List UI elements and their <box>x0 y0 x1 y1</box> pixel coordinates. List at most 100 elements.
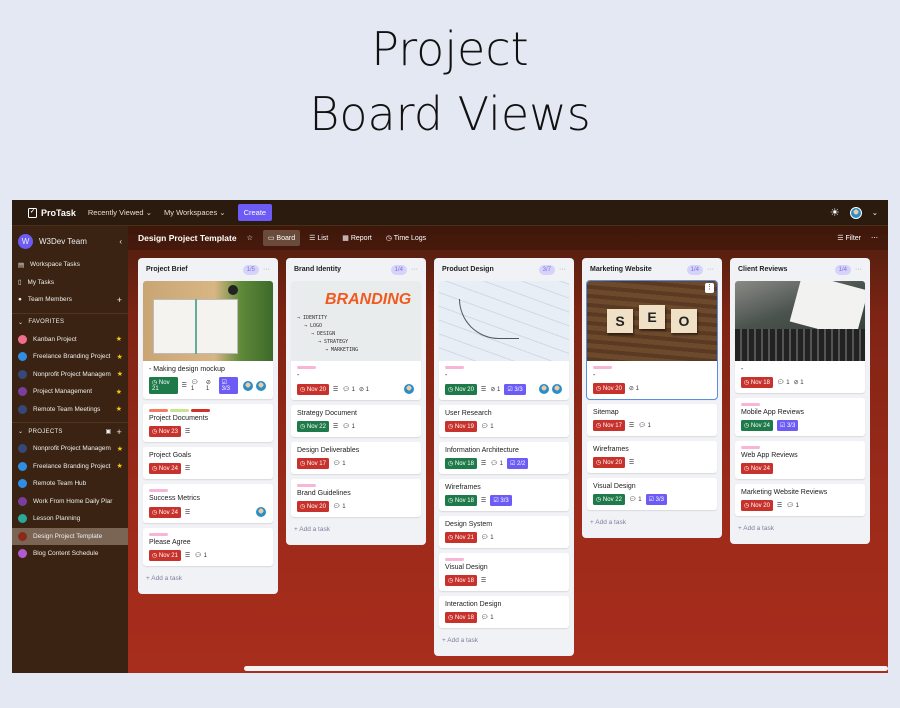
due-date-badge[interactable]: ◷ Nov 20 <box>445 383 477 395</box>
star-icon[interactable]: ★ <box>117 370 123 378</box>
star-icon[interactable]: ☆ <box>247 234 253 242</box>
task-card[interactable]: - ◷ Nov 20 ☰ ⊘ 1 ☑ 3/3 <box>439 281 569 400</box>
task-card[interactable]: Marketing Website Reviews ◷ Nov 20 ☰ 💬︎ 1 <box>735 484 865 516</box>
user-avatar[interactable] <box>849 206 862 219</box>
assignee-avatar[interactable] <box>551 383 563 395</box>
star-icon[interactable]: ★ <box>116 388 122 396</box>
sidebar-project-item[interactable]: Nonprofit Project Managem ★ <box>12 440 128 458</box>
star-icon[interactable]: ★ <box>116 462 122 470</box>
task-card[interactable]: S E O ⋮ - ◷ Nov 20 ⊘ 1 <box>586 280 718 400</box>
task-card[interactable]: Sitemap ◷ Nov 17 ☰ 💬︎ 1 <box>587 404 717 436</box>
due-date-badge[interactable]: ◷ Nov 19 <box>445 421 477 432</box>
sidebar-project-item[interactable]: Design Project Template <box>12 527 128 545</box>
task-card[interactable]: Strategy Document ◷ Nov 22 ☰ 💬︎ 1 <box>291 405 421 437</box>
column-menu-icon[interactable]: ··· <box>411 266 418 273</box>
due-date-badge[interactable]: ◷ Nov 17 <box>297 458 329 469</box>
sidebar-item-team-members[interactable]: ● Team Members + <box>12 291 128 309</box>
column-menu-icon[interactable]: ··· <box>559 266 566 273</box>
create-button[interactable]: Create <box>237 204 273 221</box>
tab-list[interactable]: ☰ List <box>304 230 333 246</box>
logo[interactable]: ✓ ProTask <box>28 207 76 218</box>
due-date-badge[interactable]: ◷ Nov 18 <box>445 495 477 506</box>
task-card[interactable]: Web App Reviews ◷ Nov 24 <box>735 441 865 479</box>
task-card[interactable]: - ◷ Nov 18 💬︎ 1 ⊘ 1 <box>735 281 865 393</box>
due-date-badge[interactable]: ◷ Nov 21 <box>445 532 477 543</box>
task-card[interactable]: Project Goals ◷ Nov 24 ☰ <box>143 447 273 479</box>
task-card[interactable]: Please Agree ◷ Nov 21 ☰ 💬︎ 1 <box>143 528 273 566</box>
add-task-button[interactable]: + Add a task <box>735 521 865 536</box>
projects-section-header[interactable]: ⌄ PROJECTS ▣ + <box>12 422 128 440</box>
due-date-badge[interactable]: ◷ Nov 24 <box>741 463 773 474</box>
sidebar-project-item[interactable]: Lesson Planning <box>12 510 128 528</box>
sidebar-item-my-tasks[interactable]: ▯ My Tasks <box>12 274 128 292</box>
due-date-badge[interactable]: ◷ Nov 18 <box>445 575 477 586</box>
card-menu-icon[interactable]: ⋮ <box>705 283 714 293</box>
due-date-badge[interactable]: ◷ Nov 22 <box>297 421 329 432</box>
task-card[interactable]: Brand Guidelines ◷ Nov 20 💬︎ 1 <box>291 479 421 517</box>
tab-report[interactable]: ▦ Report <box>337 230 377 246</box>
add-member-icon[interactable]: + <box>117 295 122 305</box>
star-icon[interactable]: ★ <box>116 405 122 413</box>
due-date-badge[interactable]: ◷ Nov 18 <box>741 377 773 388</box>
due-date-badge[interactable]: ◷ Nov 24 <box>149 463 181 474</box>
sidebar-project-item[interactable]: Blog Content Schedule <box>12 545 128 563</box>
assignee-avatar[interactable] <box>403 383 415 395</box>
sidebar-project-item[interactable]: Freelance Branding Project ★ <box>12 458 128 476</box>
star-icon[interactable]: ★ <box>117 445 123 453</box>
task-card[interactable]: Design Deliverables ◷ Nov 17 💬︎ 1 <box>291 442 421 474</box>
add-task-button[interactable]: + Add a task <box>291 522 421 537</box>
my-workspaces-menu[interactable]: My Workspaces ⌄ <box>164 208 226 217</box>
due-date-badge[interactable]: ◷ Nov 18 <box>445 612 477 623</box>
task-card[interactable]: Visual Design ◷ Nov 18 ☰ <box>439 553 569 591</box>
due-date-badge[interactable]: ◷ Nov 20 <box>297 501 329 512</box>
task-card[interactable]: Project Documents ◷ Nov 23 ☰ <box>143 404 273 442</box>
due-date-badge[interactable]: ◷ Nov 20 <box>297 383 329 395</box>
task-card[interactable]: Information Architecture ◷ Nov 18 ☰ 💬︎ 1 ☑ 2… <box>439 442 569 474</box>
add-task-button[interactable]: + Add a task <box>439 633 569 648</box>
tab-time-logs[interactable]: ◷ Time Logs <box>381 230 431 246</box>
sidebar-project-item[interactable]: Work From Home Daily Plar <box>12 493 128 511</box>
due-date-badge[interactable]: ◷ Nov 24 <box>741 420 773 431</box>
due-date-badge[interactable]: ◷ Nov 20 <box>593 383 625 394</box>
sidebar-project-item[interactable]: Freelance Branding Project ★ <box>12 348 128 366</box>
due-date-badge[interactable]: ◷ Nov 23 <box>149 426 181 437</box>
due-date-badge[interactable]: ◷ Nov 24 <box>149 506 181 518</box>
add-task-button[interactable]: + Add a task <box>143 571 273 586</box>
due-date-badge[interactable]: ◷ Nov 21 <box>149 377 178 394</box>
assignee-avatar[interactable] <box>242 379 254 392</box>
task-card[interactable]: Wireframes ◷ Nov 20 ☰ <box>587 441 717 473</box>
task-card[interactable]: BRANDING → IDENTITY → LOGO → DESIGN → STRATE… <box>291 281 421 400</box>
recently-viewed-menu[interactable]: Recently Viewed ⌄ <box>88 208 152 217</box>
task-card[interactable]: Mobile App Reviews ◷ Nov 24 ☑ 3/3 <box>735 398 865 436</box>
team-switcher[interactable]: W W3Dev Team ‹ <box>12 226 128 256</box>
sidebar-project-item[interactable]: Project Management ★ <box>12 383 128 401</box>
task-card[interactable]: Interaction Design ◷ Nov 18 💬︎ 1 <box>439 596 569 628</box>
assignee-avatar[interactable] <box>255 379 267 392</box>
task-card[interactable]: - Making design mockup ◷ Nov 21 ☰ 💬︎ 1 ⊘ 1 ☑ … <box>143 281 273 399</box>
collapse-chevron-icon[interactable]: ‹ <box>119 237 122 246</box>
due-date-badge[interactable]: ◷ Nov 22 <box>593 494 625 505</box>
due-date-badge[interactable]: ◷ Nov 17 <box>593 420 625 431</box>
column-menu-icon[interactable]: ··· <box>263 266 270 273</box>
due-date-badge[interactable]: ◷ Nov 20 <box>741 500 773 511</box>
due-date-badge[interactable]: ◷ Nov 18 <box>445 458 477 469</box>
sidebar-project-item[interactable]: Remote Team Hub <box>12 475 128 493</box>
assignee-avatar[interactable] <box>538 383 550 395</box>
due-date-badge[interactable]: ◷ Nov 20 <box>593 457 625 468</box>
assignee-avatar[interactable] <box>255 506 267 518</box>
column-menu-icon[interactable]: ··· <box>707 266 714 273</box>
archive-icon[interactable]: ▣ <box>105 428 111 435</box>
sidebar-project-item[interactable]: Remote Team Meetings ★ <box>12 401 128 419</box>
filter-button[interactable]: ☰ Filter <box>837 234 861 242</box>
sidebar-item-workspace-tasks[interactable]: ▤ Workspace Tasks <box>12 256 128 274</box>
chevron-down-icon[interactable]: ⌄ <box>872 208 878 217</box>
task-card[interactable]: Success Metrics ◷ Nov 24 ☰ <box>143 484 273 523</box>
tab-board[interactable]: ▭ Board <box>262 230 301 246</box>
add-project-icon[interactable]: + <box>116 427 122 437</box>
sidebar-project-item[interactable]: Nonprofit Project Managem ★ <box>12 366 128 384</box>
star-icon[interactable]: ★ <box>116 353 122 361</box>
due-date-badge[interactable]: ◷ Nov 21 <box>149 550 181 561</box>
star-icon[interactable]: ★ <box>116 335 122 343</box>
task-card[interactable]: Visual Design ◷ Nov 22 💬︎ 1 ☑ 3/3 <box>587 478 717 510</box>
more-options-icon[interactable]: ⋯ <box>871 234 878 242</box>
